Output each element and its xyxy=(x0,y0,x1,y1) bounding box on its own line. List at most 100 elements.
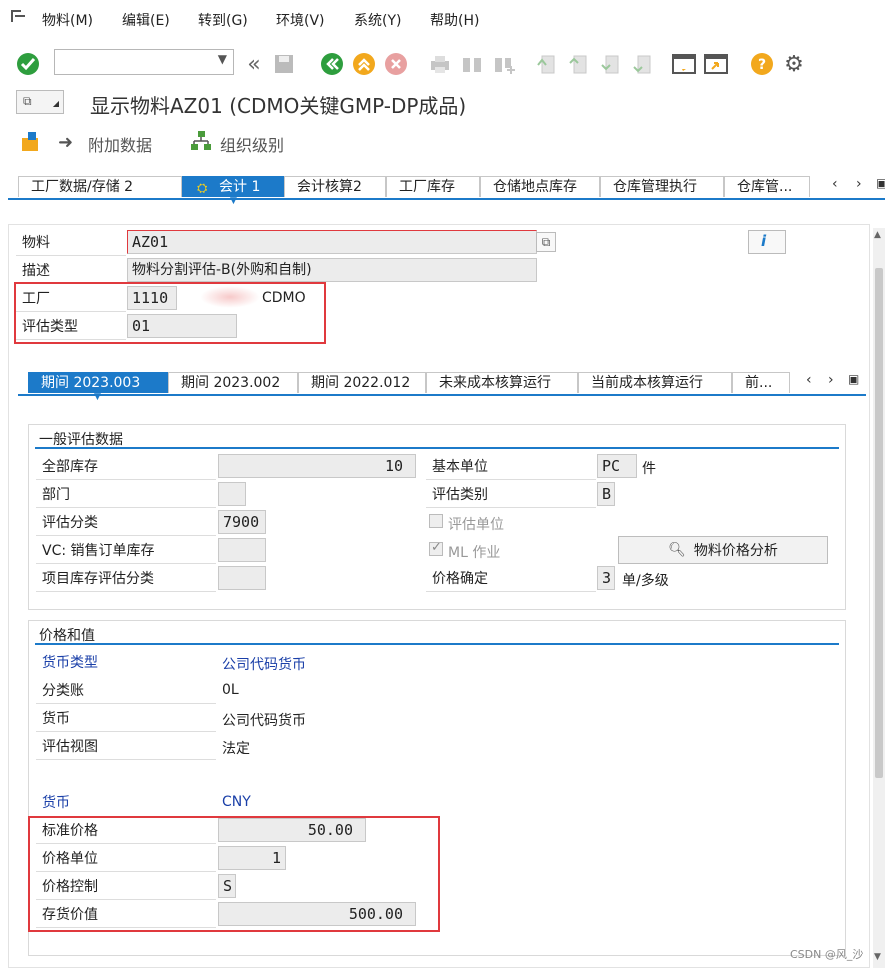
find-icon[interactable] xyxy=(460,52,484,76)
scroll-up-icon[interactable]: ▲ xyxy=(874,230,881,240)
print-icon[interactable] xyxy=(428,52,452,76)
valuation-view-value: 法定 xyxy=(222,741,250,757)
new-session-icon[interactable] xyxy=(672,52,696,76)
tab-prev-icon[interactable]: ‹ xyxy=(832,176,838,192)
prices-group-title: 价格和值 xyxy=(39,628,95,644)
material-price-analysis-button[interactable]: 🔍︎ 物料价格分析 xyxy=(618,536,828,564)
period-tab-caret-icon: ▼ xyxy=(94,392,101,402)
enter-icon[interactable] xyxy=(16,52,40,76)
ml-checkbox[interactable]: ✓ xyxy=(429,540,443,556)
page-title: 显示物料AZ01 (CDMO关键GMP-DP成品) xyxy=(90,94,467,118)
next-page-icon[interactable] xyxy=(598,52,622,76)
help-icon[interactable]: ? xyxy=(750,52,774,76)
corner-arrow-icon: ◢ xyxy=(52,99,59,108)
tab-period-2023-002[interactable]: 期间 2023.002 xyxy=(168,372,298,393)
valuation-view-label: 评估视图 xyxy=(36,734,216,760)
vertical-scrollbar[interactable]: ▲ ▼ xyxy=(873,228,885,968)
base-unit-text: 件 xyxy=(642,461,656,477)
tab-period-2023-003[interactable]: 期间 2023.003 xyxy=(28,372,168,393)
tab-underline xyxy=(8,198,885,200)
tab-current-costing[interactable]: 当前成本核算运行 xyxy=(578,372,732,393)
tab-wm-more[interactable]: 仓库管... xyxy=(724,176,810,197)
total-stock-field[interactable]: 10 xyxy=(218,454,416,478)
first-page-icon[interactable] xyxy=(534,52,558,76)
price-determination-label: 价格确定 xyxy=(426,566,596,592)
command-input[interactable] xyxy=(55,50,209,72)
cur-label: 货币 xyxy=(42,795,70,811)
period-tab-prev-icon[interactable]: ‹ xyxy=(806,372,812,388)
svg-text:?: ? xyxy=(758,57,766,73)
tab-previous[interactable]: 前... xyxy=(732,372,790,393)
valuation-category-field[interactable]: B xyxy=(597,482,615,506)
currency-type-value: 公司代码货币 xyxy=(222,657,306,673)
valuation-unit-label: 评估单位 xyxy=(448,517,504,533)
highlight-box-prices xyxy=(28,816,440,932)
division-field[interactable] xyxy=(218,482,246,506)
chevron-down-icon[interactable]: ▼ xyxy=(218,52,227,66)
menu-material[interactable]: 物料(M) xyxy=(42,10,93,30)
project-stock-field[interactable] xyxy=(218,566,266,590)
tab-storage-location-stock[interactable]: 仓储地点库存 xyxy=(480,176,600,197)
valuation-class-field[interactable]: 7900 xyxy=(218,510,266,534)
ml-label: ML 作业 xyxy=(448,545,501,561)
info-button[interactable]: i xyxy=(748,230,786,254)
settings-icon[interactable]: ⚙ xyxy=(782,52,806,77)
cur-value: CNY xyxy=(222,794,251,810)
last-page-icon[interactable] xyxy=(630,52,654,76)
magnifier-icon: 🔍︎ xyxy=(668,542,686,558)
save-icon[interactable] xyxy=(272,52,296,76)
main-tabstrip: 工厂数据/存储 2 ⛭ 会计 1 会计核算2 工厂库存 仓储地点库存 仓库管理执… xyxy=(18,176,810,198)
description-label: 描述 xyxy=(16,258,126,284)
menu-edit[interactable]: 编辑(E) xyxy=(122,10,170,30)
division-label: 部门 xyxy=(36,482,216,508)
tab-accounting-1[interactable]: ⛭ 会计 1 xyxy=(182,176,284,197)
material-label: 物料 xyxy=(16,230,126,256)
price-determination-text: 单/多级 xyxy=(622,573,669,589)
valuation-unit-checkbox[interactable] xyxy=(429,514,443,528)
tab-period-2022-012[interactable]: 期间 2022.012 xyxy=(298,372,426,393)
currency-value: 公司代码货币 xyxy=(222,713,306,729)
layout-icon: ⧉ xyxy=(23,94,32,108)
currency-label: 货币 xyxy=(36,706,216,732)
material-field[interactable]: AZ01 xyxy=(127,230,537,254)
vc-sales-order-field[interactable] xyxy=(218,538,266,562)
menu-icon[interactable] xyxy=(10,9,26,23)
additional-data-button[interactable]: 附加数据 xyxy=(88,132,152,156)
tab-plant-data-storage-2[interactable]: 工厂数据/存储 2 xyxy=(18,176,182,197)
find-next-icon[interactable] xyxy=(492,52,516,76)
cancel-icon[interactable] xyxy=(384,52,408,76)
base-unit-field[interactable]: PC xyxy=(597,454,637,478)
org-levels-icon xyxy=(190,130,212,152)
menu-bar: 物料(M) 编辑(E) 转到(G) 环境(V) 系统(Y) 帮助(H) xyxy=(0,0,885,39)
period-tab-next-icon[interactable]: › xyxy=(828,372,834,388)
period-tab-list-icon[interactable]: ▣ xyxy=(848,372,859,386)
scroll-down-icon[interactable]: ▼ xyxy=(874,952,881,962)
org-levels-button[interactable]: 组织级别 xyxy=(220,132,284,156)
layout-menu-button[interactable]: ⧉ ◢ xyxy=(16,90,64,114)
material-icon[interactable] xyxy=(20,130,42,152)
material-expand-icon[interactable]: ⧉ xyxy=(536,232,556,252)
vc-sales-order-label: VC: 销售订单库存 xyxy=(36,538,216,564)
exit-icon[interactable] xyxy=(352,52,376,76)
menu-help[interactable]: 帮助(H) xyxy=(430,10,479,30)
tab-plant-stock[interactable]: 工厂库存 xyxy=(386,176,480,197)
tab-wm-execution[interactable]: 仓库管理执行 xyxy=(600,176,724,197)
tab-costing-2[interactable]: 会计核算2 xyxy=(284,176,386,197)
double-left-icon[interactable]: « xyxy=(242,52,266,77)
info-icon: i xyxy=(761,232,767,250)
tab-future-costing[interactable]: 未来成本核算运行 xyxy=(426,372,578,393)
tab-next-icon[interactable]: › xyxy=(856,176,862,192)
command-field[interactable]: ▼ xyxy=(54,49,234,75)
tab-list-icon[interactable]: ▣ xyxy=(876,176,885,190)
menu-environment[interactable]: 环境(V) xyxy=(276,10,325,30)
back-icon[interactable] xyxy=(320,52,344,76)
prev-page-icon[interactable] xyxy=(566,52,590,76)
general-group-line xyxy=(35,447,839,449)
scrollbar-thumb[interactable] xyxy=(875,268,883,778)
menu-system[interactable]: 系统(Y) xyxy=(354,10,401,30)
shortcut-icon[interactable] xyxy=(704,52,728,76)
price-determination-field[interactable]: 3 xyxy=(597,566,615,590)
menu-goto[interactable]: 转到(G) xyxy=(198,10,248,30)
description-field[interactable]: 物料分割评估-B(外购和自制) xyxy=(127,258,537,282)
valuation-category-label: 评估类别 xyxy=(426,482,596,508)
